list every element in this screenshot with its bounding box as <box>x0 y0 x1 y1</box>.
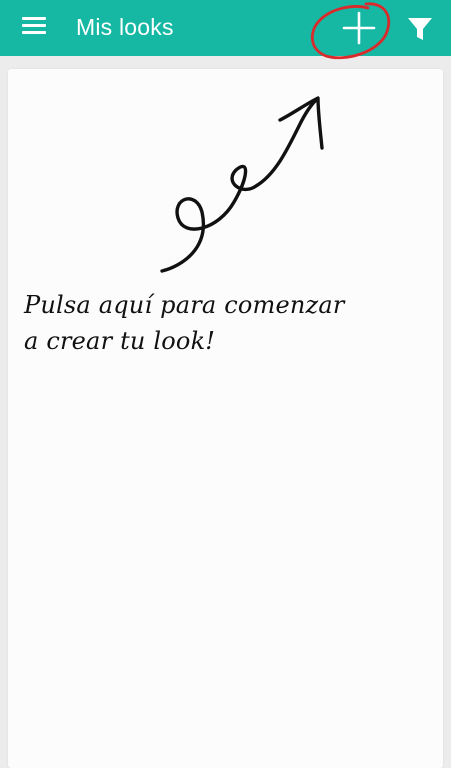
menu-bar-bottom <box>22 31 46 34</box>
empty-state-hint: Pulsa aquí para comenzar a crear tu look… <box>24 287 364 359</box>
top-app-bar: Mis looks <box>0 0 451 56</box>
add-look-button[interactable] <box>340 9 378 47</box>
menu-icon[interactable] <box>22 16 48 38</box>
hint-line-2: a crear tu look! <box>24 327 216 355</box>
curly-arrow-icon <box>160 96 324 273</box>
page-title: Mis looks <box>76 14 174 40</box>
filter-icon <box>408 18 432 40</box>
menu-bar-top <box>22 17 46 20</box>
menu-bar-middle <box>22 24 46 27</box>
hint-line-1: Pulsa aquí para comenzar <box>24 291 345 319</box>
plus-icon <box>342 11 376 45</box>
filter-button[interactable] <box>407 16 433 42</box>
